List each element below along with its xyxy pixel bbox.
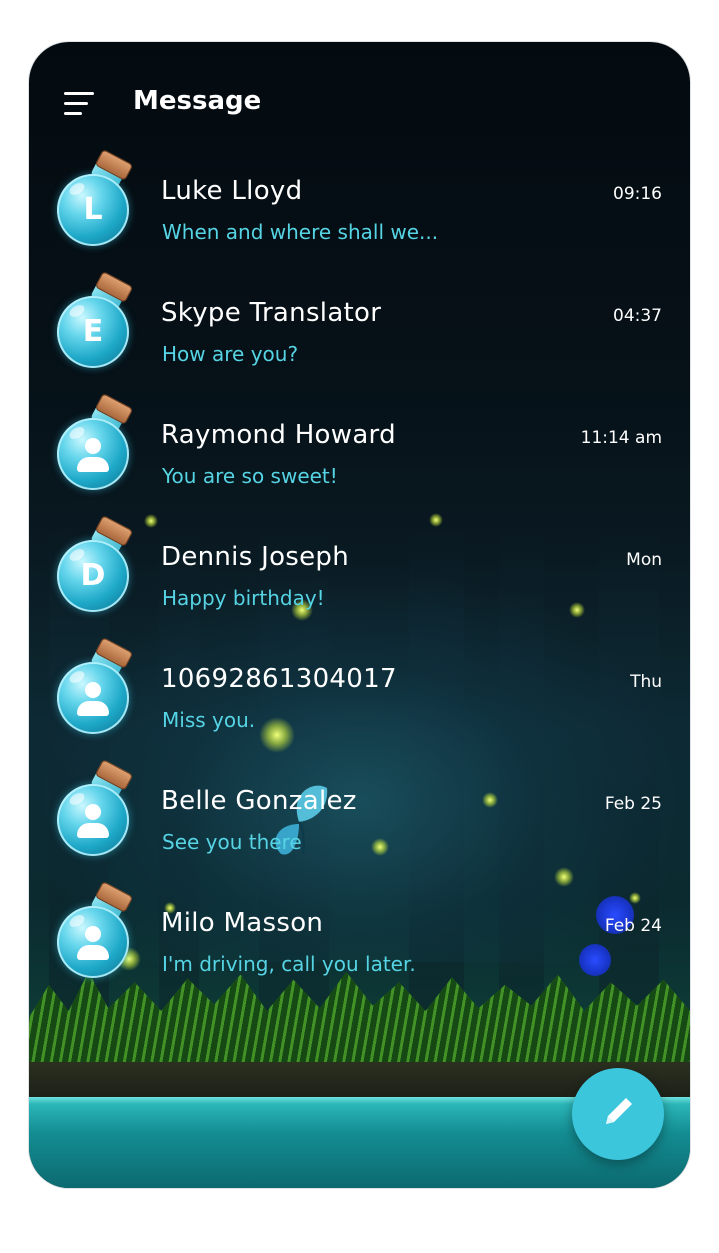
avatar-letter: D [80, 558, 106, 593]
contact-name: Belle Gonzalez [161, 786, 357, 816]
message-time: Mon [626, 550, 662, 570]
avatar [53, 637, 134, 736]
avatar [53, 393, 134, 492]
avatar: D [53, 515, 134, 614]
app-header: Message [29, 42, 690, 162]
avatar [53, 881, 134, 980]
conversation-row[interactable]: D Dennis Joseph Happy birthday! Mon [29, 515, 690, 642]
message-time: Feb 25 [604, 794, 662, 814]
pencil-icon [606, 1098, 632, 1124]
compose-button[interactable] [572, 1068, 664, 1160]
avatar [53, 759, 134, 858]
person-icon [75, 926, 111, 966]
message-preview: Happy birthday! [162, 586, 325, 610]
conversation-row[interactable]: Belle Gonzalez See you there Feb 25 [29, 759, 690, 886]
conversation-row[interactable]: 10692861304017 Miss you. Thu [29, 637, 690, 764]
hamburger-menu-icon[interactable] [64, 92, 94, 116]
message-preview: Miss you. [162, 708, 256, 732]
contact-name: Dennis Joseph [161, 542, 350, 572]
contact-name: Raymond Howard [161, 420, 396, 450]
message-preview: When and where shall we... [162, 220, 439, 244]
page-title: Message [133, 86, 262, 116]
person-icon [75, 804, 111, 844]
message-time: 04:37 [613, 306, 662, 326]
contact-name: 10692861304017 [161, 664, 397, 694]
message-preview: See you there [162, 830, 302, 854]
contact-name: Luke Lloyd [161, 176, 303, 206]
avatar-letter: E [82, 314, 104, 349]
contact-name: Skype Translator [161, 298, 382, 328]
message-preview: How are you? [162, 342, 299, 366]
message-time: 09:16 [613, 184, 662, 204]
conversation-row[interactable]: Raymond Howard You are so sweet! 11:14 am [29, 393, 690, 520]
message-preview: You are so sweet! [162, 464, 338, 488]
message-time: Feb 24 [604, 916, 662, 936]
conversation-row[interactable]: L Luke Lloyd When and where shall we... 09:… [29, 149, 690, 276]
conversation-row[interactable]: E Skype Translator How are you? 04:37 [29, 271, 690, 398]
contact-name: Milo Masson [161, 908, 324, 938]
person-icon [75, 438, 111, 478]
message-time: Thu [630, 672, 662, 692]
message-time: 11:14 am [580, 428, 662, 448]
avatar: E [53, 271, 134, 370]
person-icon [75, 682, 111, 722]
avatar: L [53, 149, 134, 248]
message-preview: I'm driving, call you later. [162, 952, 416, 976]
phone-screen: Message L Luke Lloyd When and where shall … [29, 42, 690, 1188]
conversation-row[interactable]: Milo Masson I'm driving, call you later. F… [29, 881, 690, 1008]
avatar-letter: L [83, 192, 103, 227]
